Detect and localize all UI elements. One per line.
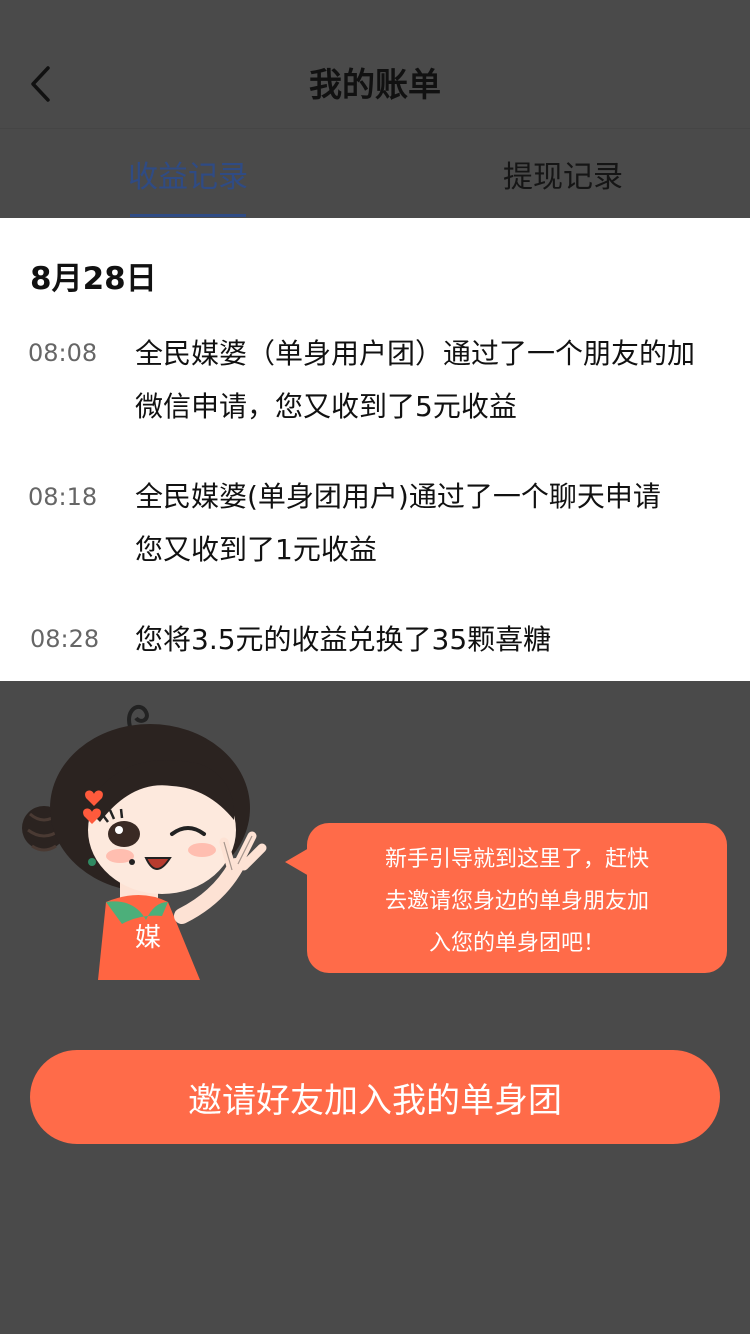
guide-bubble: 新手引导就到这里了，赶快 去邀请您身边的单身朋友加 入您的单身团吧！ (307, 823, 727, 973)
bubble-tail (285, 848, 309, 876)
tab-withdraw-records[interactable]: 提现记录 (475, 129, 651, 218)
mascot-badge-text: 媒 (135, 923, 161, 953)
tab-bar: 收益记录 提现记录 (0, 129, 750, 218)
record-message-line: 您又收到了1元收益 (135, 533, 377, 566)
record-time: 08:28 (30, 625, 100, 653)
tab-income-records[interactable]: 收益记录 (100, 129, 276, 218)
page-title: 我的账单 (309, 65, 441, 104)
bill-record: 08:08 全民媒婆（单身用户团）通过了一个朋友的加 微信申请，您又收到了5元收… (0, 327, 750, 437)
bill-record: 08:28 您将3.5元的收益兑换了35颗喜糖 (0, 613, 750, 673)
record-message-line: 全民媒婆（单身用户团）通过了一个朋友的加 (135, 337, 696, 370)
record-message-line: 微信申请，您又收到了5元收益 (135, 390, 517, 423)
guide-bubble-line: 入您的单身团吧！ (428, 931, 605, 956)
record-message-line: 您将3.5元的收益兑换了35颗喜糖 (135, 623, 552, 656)
record-time: 08:18 (28, 483, 98, 511)
active-tab-indicator (130, 214, 246, 217)
bill-record: 08:18 全民媒婆(单身团用户)通过了一个聊天申请 您又收到了1元收益 (0, 470, 750, 580)
record-message-line: 全民媒婆(单身团用户)通过了一个聊天申请 (135, 480, 661, 513)
bill-list: 8月28日 08:08 全民媒婆（单身用户团）通过了一个朋友的加 微信申请，您又… (0, 218, 750, 681)
guide-bubble-line: 去邀请您身边的单身朋友加 (384, 889, 649, 914)
guide-bubble-line: 新手引导就到这里了，赶快 (384, 847, 649, 872)
date-header: 8月28日 (30, 261, 157, 297)
record-time: 08:08 (28, 339, 98, 367)
mascot-illustration: 媒 (22, 704, 267, 980)
nav-bar: 我的账单 (0, 0, 750, 129)
invite-friends-button[interactable]: 邀请好友加入我的单身团 (30, 1050, 720, 1144)
